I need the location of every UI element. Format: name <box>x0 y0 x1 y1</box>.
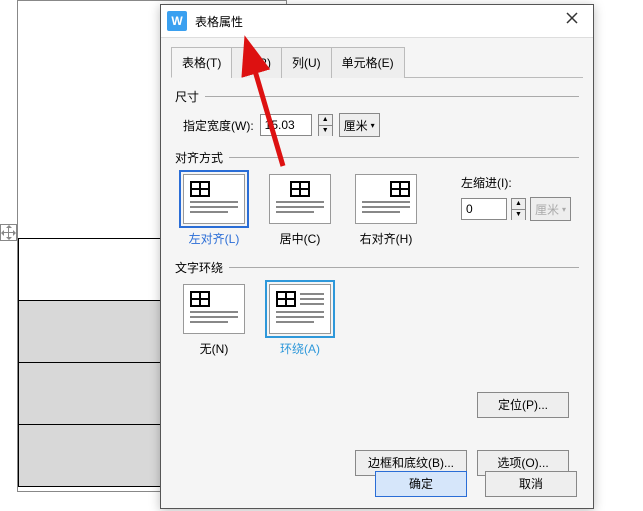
chevron-down-icon: ▾ <box>371 121 375 130</box>
left-indent-unit-value: 厘米 <box>535 201 559 218</box>
align-left-option[interactable]: 左对齐(L) <box>183 174 245 247</box>
width-unit-value: 厘米 <box>344 117 368 134</box>
align-center-option[interactable]: 居中(C) <box>269 174 331 247</box>
spin-down-icon[interactable]: ▼ <box>512 210 525 220</box>
align-left-label: 左对齐(L) <box>189 230 240 247</box>
specify-width-label: 指定宽度(W): <box>183 117 254 134</box>
locate-button[interactable]: 定位(P)... <box>477 392 569 418</box>
wrap-around-option[interactable]: 环绕(A) <box>269 284 331 357</box>
alignment-group-title: 对齐方式 <box>175 149 223 166</box>
spin-down-icon[interactable]: ▼ <box>319 126 332 136</box>
specify-width-spinner[interactable]: ▲ ▼ <box>318 114 333 136</box>
table-properties-dialog: W 表格属性 表格(T) 行(R) 列(U) 单元格(E) 尺寸 指定宽度(W)… <box>160 4 594 509</box>
left-indent-input[interactable] <box>461 198 507 220</box>
titlebar: W 表格属性 <box>161 5 593 38</box>
wps-app-icon: W <box>167 11 187 31</box>
wrap-none-option[interactable]: 无(N) <box>183 284 245 357</box>
specify-width-input[interactable] <box>260 114 312 136</box>
align-right-label: 右对齐(H) <box>360 230 413 247</box>
tab-row[interactable]: 行(R) <box>231 47 282 78</box>
spin-up-icon[interactable]: ▲ <box>319 115 332 126</box>
width-unit-dropdown[interactable]: 厘米 ▾ <box>339 113 380 137</box>
chevron-down-icon: ▾ <box>562 205 566 214</box>
divider <box>205 96 579 97</box>
tab-cell[interactable]: 单元格(E) <box>331 47 405 78</box>
align-right-option[interactable]: 右对齐(H) <box>355 174 417 247</box>
spin-up-icon[interactable]: ▲ <box>512 199 525 210</box>
wrap-none-label: 无(N) <box>200 340 229 357</box>
left-indent-label: 左缩进(I): <box>461 174 571 191</box>
left-indent-spinner[interactable]: ▲ ▼ <box>511 198 526 220</box>
left-indent-block: 左缩进(I): ▲ ▼ 厘米 ▾ <box>461 174 571 221</box>
cancel-button[interactable]: 取消 <box>485 471 577 497</box>
left-indent-unit-dropdown[interactable]: 厘米 ▾ <box>530 197 571 221</box>
tab-column[interactable]: 列(U) <box>281 47 332 78</box>
text-wrap-group-title: 文字环绕 <box>175 259 223 276</box>
wrap-around-label: 环绕(A) <box>280 340 320 357</box>
vertical-ruler <box>0 0 18 492</box>
divider <box>229 267 579 268</box>
ok-button[interactable]: 确定 <box>375 471 467 497</box>
align-center-label: 居中(C) <box>280 230 321 247</box>
tab-bar: 表格(T) 行(R) 列(U) 单元格(E) <box>171 46 583 78</box>
size-group-title: 尺寸 <box>175 88 199 105</box>
dialog-title: 表格属性 <box>195 13 557 30</box>
alignment-group: 对齐方式 左对齐(L) <box>175 149 579 247</box>
close-button[interactable] <box>557 11 587 31</box>
tab-table[interactable]: 表格(T) <box>171 47 232 78</box>
close-icon <box>565 11 579 25</box>
divider <box>229 157 579 158</box>
table-move-handle[interactable] <box>0 224 17 241</box>
size-group: 尺寸 指定宽度(W): ▲ ▼ 厘米 ▾ <box>175 88 579 137</box>
text-wrap-group: 文字环绕 无(N) <box>175 259 579 357</box>
